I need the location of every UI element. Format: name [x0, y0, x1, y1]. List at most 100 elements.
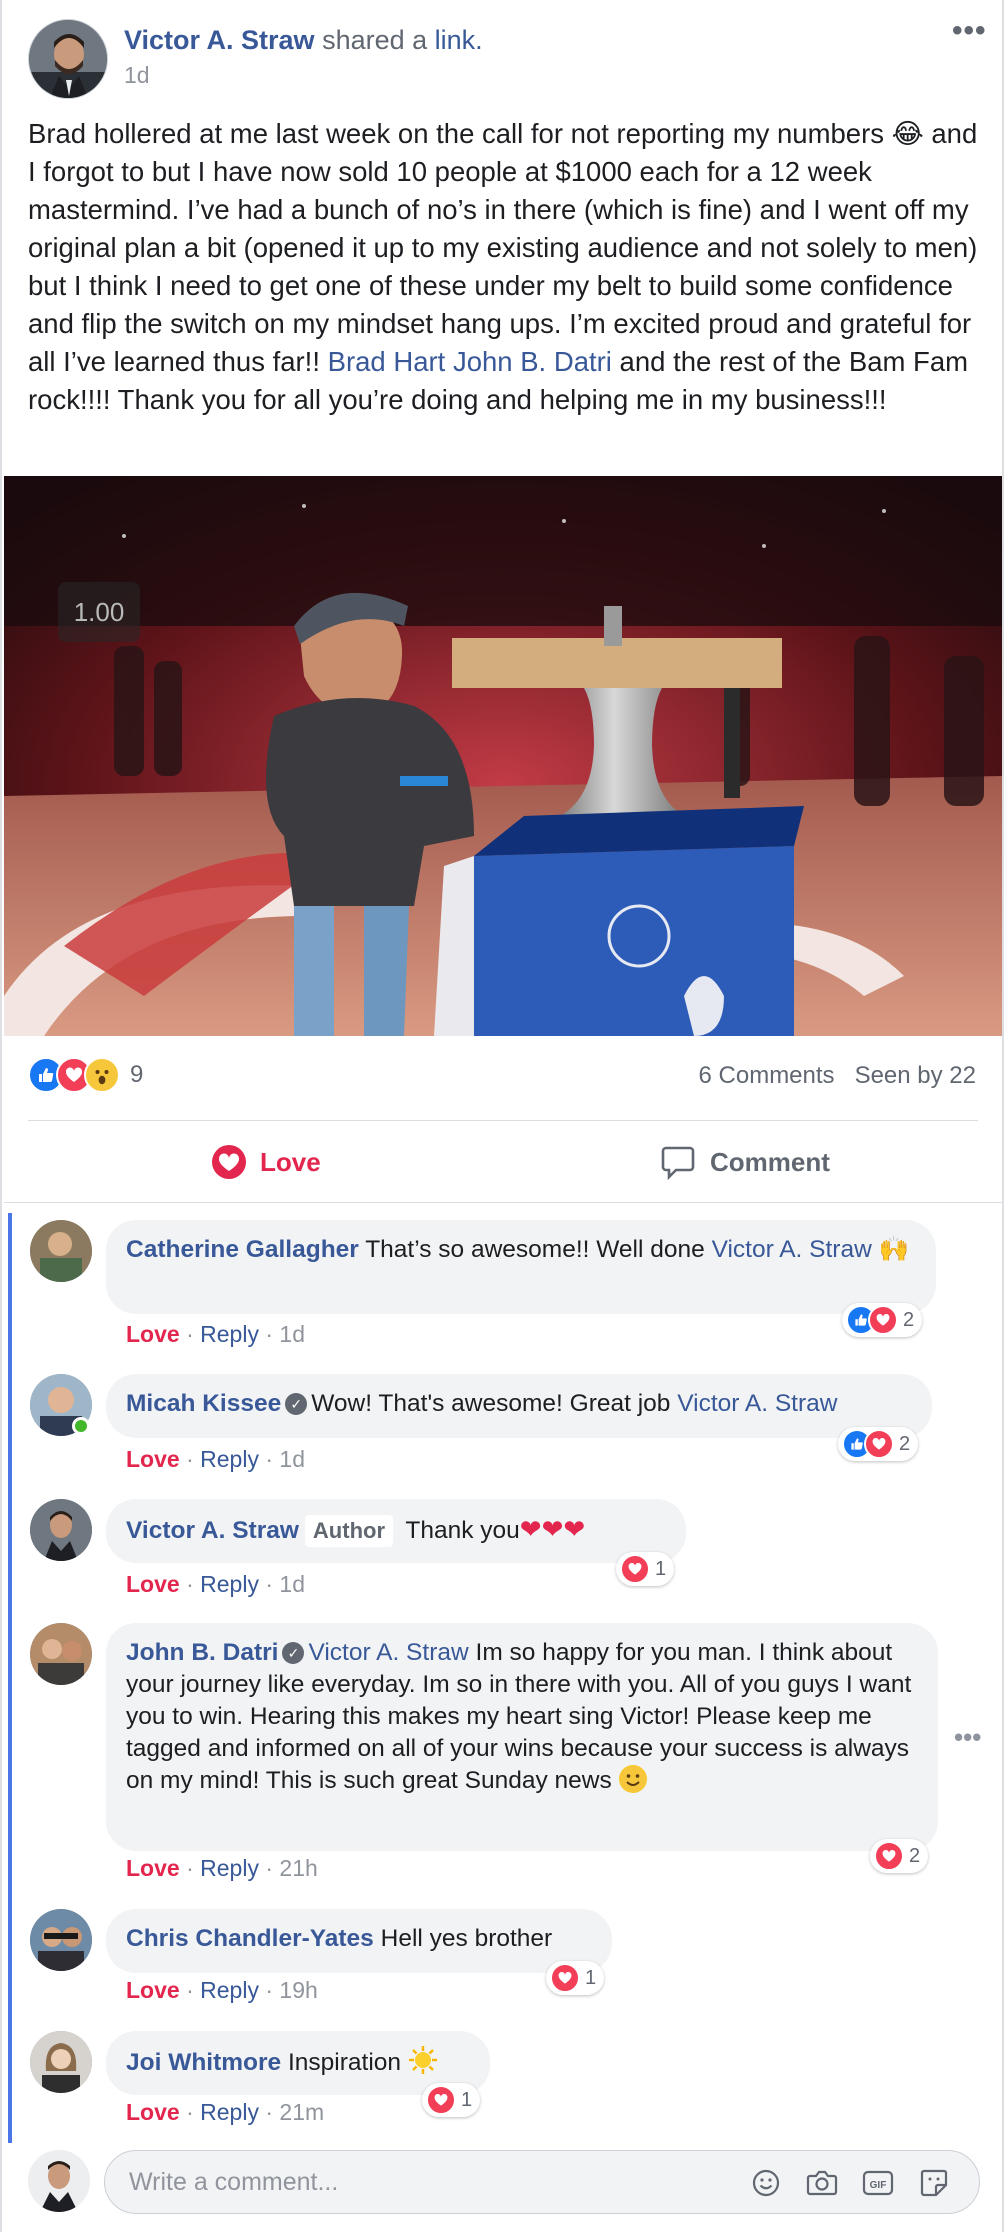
comment-reaction-pill[interactable]: 2: [838, 1427, 919, 1461]
comment-reaction-count: 2: [909, 1844, 921, 1867]
separator: ·: [186, 1321, 194, 1347]
comment-reply-link[interactable]: Reply: [200, 1446, 259, 1472]
avatar[interactable]: [30, 1220, 92, 1282]
comment-reply-link[interactable]: Reply: [200, 1321, 259, 1347]
comment-reaction-pill[interactable]: 2: [870, 1839, 929, 1873]
comment-reply-link[interactable]: Reply: [200, 2099, 259, 2125]
gif-icon[interactable]: GIF: [861, 2166, 895, 2200]
love-button-label: Love: [260, 1146, 321, 1177]
comment-time[interactable]: 1d: [279, 1321, 305, 1347]
post-action-text: shared a: [322, 25, 428, 55]
separator: ·: [265, 2099, 274, 2125]
speech-bubble-icon: [661, 1146, 695, 1180]
comment-reaction-pill[interactable]: 1: [616, 1552, 675, 1586]
author-badge: Author: [304, 1515, 394, 1547]
love-icon: [868, 1305, 898, 1335]
love-icon: [874, 1841, 904, 1871]
comment-actions: Love · Reply · 1d: [126, 1571, 305, 1598]
separator: ·: [186, 1977, 194, 2003]
comment-author[interactable]: Chris Chandler-Yates: [126, 1925, 374, 1952]
post-body: Brad hollered at me last week on the cal…: [28, 115, 988, 419]
smiley-emoji: [618, 1765, 647, 1793]
comment-composer: GIF: [104, 2150, 980, 2214]
comment-button-label: Comment: [710, 1146, 830, 1177]
separator: ·: [186, 1446, 194, 1472]
camera-icon[interactable]: [805, 2166, 839, 2200]
sun-emoji: [408, 2045, 437, 2074]
comment-time[interactable]: 1d: [279, 1571, 305, 1597]
comment-love-link[interactable]: Love: [126, 1446, 180, 1472]
comment-reply-link[interactable]: Reply: [200, 1571, 259, 1597]
comment-actions: Love · Reply · 1d: [126, 1446, 305, 1473]
comment-reaction-count: 2: [899, 1432, 911, 1455]
comment-reaction-pill[interactable]: 2: [842, 1303, 923, 1337]
online-status-indicator: [72, 1417, 90, 1435]
comment-love-link[interactable]: Love: [126, 1977, 180, 2003]
divider: [28, 1120, 978, 1121]
current-user-avatar[interactable]: [28, 2150, 90, 2212]
comment-actions: Love · Reply · 19h: [126, 1977, 318, 2004]
post-stats: 6 Comments Seen by 22: [699, 1062, 977, 1090]
comment-text: Wow! That's awesome! Great job: [311, 1390, 678, 1417]
more-icon[interactable]: •••: [952, 14, 987, 48]
comment-reaction-pill[interactable]: 1: [546, 1961, 605, 1995]
post-author-name[interactable]: Victor A. Straw: [124, 25, 315, 55]
post-action-link[interactable]: link.: [435, 25, 483, 55]
post-body-text: Brad hollered at me last week on the cal…: [28, 118, 978, 377]
more-icon[interactable]: •••: [954, 1722, 981, 1753]
comment-input[interactable]: [129, 2151, 729, 2213]
comment-actions: Love · Reply · 21m: [126, 2099, 324, 2126]
avatar[interactable]: [30, 1623, 92, 1685]
raising-hands-emoji: 🙌: [878, 1236, 910, 1263]
sticker-icon[interactable]: [917, 2166, 951, 2200]
comment-time[interactable]: 19h: [279, 1977, 317, 2003]
post-timestamp[interactable]: 1d: [124, 62, 150, 89]
comment-mention[interactable]: Victor A. Straw: [308, 1639, 468, 1666]
comment-text: Inspiration: [287, 2049, 408, 2076]
separator: ·: [265, 1446, 274, 1472]
comment-author[interactable]: Victor A. Straw: [126, 1517, 299, 1544]
separator: ·: [265, 1855, 274, 1881]
avatar[interactable]: [30, 1499, 92, 1561]
heart-icon: [212, 1145, 246, 1179]
love-icon: [864, 1429, 894, 1459]
comment-reply-link[interactable]: Reply: [200, 1855, 259, 1881]
verified-icon: ✓: [285, 1393, 308, 1415]
mention-john-datri[interactable]: John B. Datri: [453, 346, 612, 377]
smiley-icon[interactable]: [749, 2166, 783, 2200]
comments-count-link[interactable]: 6 Comments: [699, 1062, 835, 1089]
post-header-title: Victor A. Straw shared a link.: [124, 22, 483, 58]
comment-author[interactable]: Joi Whitmore: [126, 2049, 281, 2076]
comment-love-link[interactable]: Love: [126, 1855, 180, 1881]
post-card: Victor A. Straw shared a link. 1d ••• Br…: [0, 0, 1004, 2232]
comment-time[interactable]: 21m: [279, 2099, 324, 2125]
comment-reply-link[interactable]: Reply: [200, 1977, 259, 2003]
comment-love-link[interactable]: Love: [126, 2099, 180, 2125]
comment-mention[interactable]: Victor A. Straw: [712, 1236, 872, 1263]
post-media-gif[interactable]: 1.00: [4, 476, 1002, 1036]
reaction-summary[interactable]: 9: [28, 1056, 143, 1094]
seen-by-link[interactable]: Seen by 22: [855, 1062, 976, 1089]
comment-reaction-pill[interactable]: 1: [422, 2083, 481, 2117]
comment-button[interactable]: Comment: [660, 1144, 830, 1180]
author-avatar[interactable]: [28, 19, 108, 99]
comment-time[interactable]: 21h: [279, 1855, 317, 1881]
comment-author[interactable]: Micah Kissee: [126, 1390, 281, 1417]
love-button[interactable]: Love: [210, 1144, 321, 1180]
comment-bubble: Victor A. Straw Author Thank you❤❤❤: [106, 1499, 686, 1563]
comment-love-link[interactable]: Love: [126, 1321, 180, 1347]
separator: ·: [186, 1855, 194, 1881]
avatar[interactable]: [30, 1909, 92, 1971]
separator: ·: [186, 1571, 194, 1597]
comment-time[interactable]: 1d: [279, 1446, 305, 1472]
comment-author[interactable]: Catherine Gallagher: [126, 1236, 359, 1263]
separator: ·: [265, 1571, 274, 1597]
comment-author[interactable]: John B. Datri: [126, 1639, 278, 1666]
mention-brad-hart[interactable]: Brad Hart: [328, 346, 446, 377]
comment-mention[interactable]: Victor A. Straw: [677, 1390, 837, 1417]
comment-actions: Love · Reply · 21h: [126, 1855, 318, 1882]
svg-text:GIF: GIF: [870, 2180, 887, 2191]
comment-love-link[interactable]: Love: [126, 1571, 180, 1597]
avatar[interactable]: [30, 2031, 92, 2093]
playback-speed-label[interactable]: 1.00: [58, 582, 140, 642]
